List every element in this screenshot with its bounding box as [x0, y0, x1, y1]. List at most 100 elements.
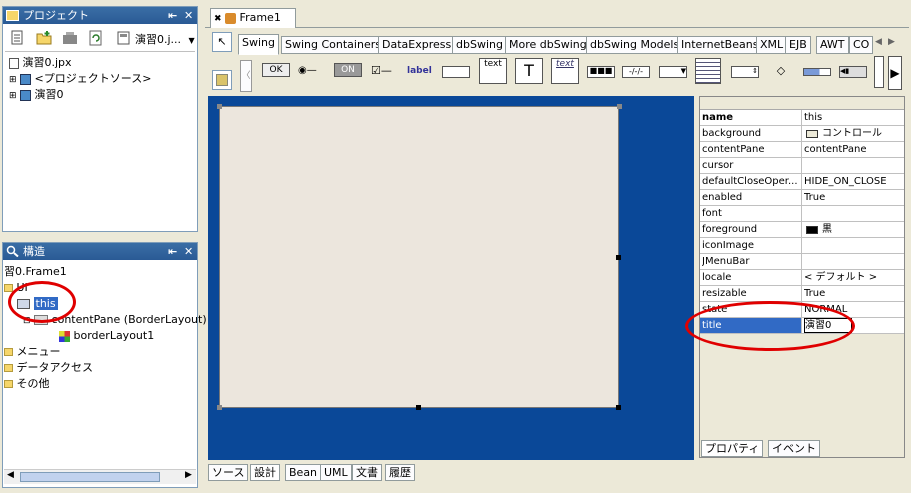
palette-tab[interactable]: Swing	[238, 34, 279, 55]
palette-button[interactable]: OK	[262, 63, 290, 77]
project-toolbar-divider	[5, 51, 195, 52]
property-row[interactable]: enabled True	[700, 190, 904, 206]
palette-editorpane[interactable]: text	[551, 58, 579, 84]
designed-frame[interactable]	[219, 106, 619, 408]
property-value[interactable]: 黒	[822, 222, 911, 237]
tab-events[interactable]: イベント	[768, 440, 820, 457]
tree-item-project-source[interactable]: ⊞ <プロジェクトソース>	[9, 71, 151, 87]
property-name: iconImage	[702, 240, 755, 251]
palette-tab[interactable]: More dbSwing	[505, 36, 591, 54]
scroll-left-icon[interactable]: ◀	[7, 470, 14, 480]
palette-tab-label: dbSwing	[456, 38, 503, 51]
property-value[interactable]: コントロール	[822, 126, 911, 141]
palette-password[interactable]: ■■■	[587, 66, 615, 78]
palette-slider[interactable]: ◇	[767, 64, 795, 78]
palette-textfield[interactable]	[442, 66, 470, 78]
editor-tab[interactable]: ✖ Frame1	[210, 8, 296, 28]
resize-handle[interactable]	[617, 104, 622, 109]
palette-progressbar[interactable]	[803, 68, 831, 76]
property-row[interactable]: defaultCloseOper... HIDE_ON_CLOSE	[700, 174, 904, 190]
editor-bottom-tab[interactable]: UML	[320, 464, 352, 481]
palette-checkbox[interactable]: ☑—	[371, 64, 392, 77]
property-value[interactable]: contentPane	[804, 142, 902, 157]
property-value[interactable]: this	[804, 110, 902, 125]
scroll-right-icon[interactable]: ▶	[185, 470, 192, 480]
property-value[interactable]: HIDE_ON_CLOSE	[804, 174, 902, 189]
editor-bottom-tab[interactable]: 設計	[250, 464, 280, 481]
property-row[interactable]: contentPane contentPane	[700, 142, 904, 158]
horizontal-scrollbar[interactable]: ◀ ▶	[4, 469, 196, 484]
tree-item-package[interactable]: ⊞ 演習0	[9, 87, 64, 103]
palette-spinner[interactable]: ⇕	[731, 66, 759, 78]
palette-list[interactable]	[695, 58, 721, 84]
property-row[interactable]: iconImage	[700, 238, 904, 254]
editor-bottom-tab[interactable]: 文書	[352, 464, 382, 481]
palette-tab[interactable]: dbSwing Models	[586, 36, 684, 54]
property-row[interactable]: foreground 黒	[700, 222, 904, 238]
scrollbar-thumb[interactable]	[20, 472, 160, 482]
expand-icon[interactable]: ⊞	[9, 91, 17, 101]
property-value[interactable]: < デフォルト >	[804, 270, 902, 285]
editor-bottom-tab[interactable]: ソース	[208, 464, 249, 481]
palette-tab[interactable]: AWT	[816, 36, 849, 54]
palette-formatted[interactable]: -/-/-	[622, 66, 650, 78]
palette-scroll-left[interactable]: 〈	[240, 60, 252, 92]
remove-icon[interactable]	[61, 29, 79, 47]
property-value[interactable]: True	[804, 190, 902, 205]
open-folder-icon[interactable]	[35, 29, 53, 47]
tree-item-other[interactable]: その他	[4, 376, 50, 392]
property-row[interactable]: name this	[700, 110, 904, 126]
tree-item-frame-class[interactable]: 習0.Frame1	[4, 264, 67, 280]
tree-item-jpx[interactable]: 演習0.jpx	[9, 55, 72, 71]
pin-icon[interactable]: ⇤	[168, 243, 177, 260]
editor-bottom-tab[interactable]: 履歴	[385, 464, 415, 481]
tree-item-menu[interactable]: メニュー	[4, 344, 61, 360]
palette-tab[interactable]: XML	[756, 36, 788, 54]
maximize-icon[interactable]: ✖	[214, 14, 222, 24]
palette-radio[interactable]: ◉—	[298, 65, 317, 76]
palette-label[interactable]: label	[407, 66, 432, 76]
palette-more[interactable]	[874, 56, 884, 88]
refresh-icon[interactable]	[87, 29, 105, 47]
tree-item-border-layout[interactable]: borderLayout1	[59, 328, 154, 344]
property-row[interactable]: JMenuBar	[700, 254, 904, 270]
tab-properties[interactable]: プロパティ	[701, 440, 764, 457]
palette-scroll-right[interactable]: ▶	[888, 56, 902, 90]
palette-tab[interactable]: EJB	[785, 36, 811, 54]
property-row[interactable]: resizable True	[700, 286, 904, 302]
resize-handle[interactable]	[616, 405, 621, 410]
property-row[interactable]: background コントロール	[700, 126, 904, 142]
palette-tab[interactable]: dbSwing	[452, 36, 507, 54]
palette-combobox[interactable]: ▼	[659, 66, 687, 78]
inspector-empty-area	[700, 334, 904, 442]
palette-tab[interactable]: InternetBeans	[677, 36, 763, 54]
editor-bottom-tab[interactable]: Bean	[285, 464, 322, 481]
project-selector[interactable]: 演習0.j... ▼	[135, 31, 195, 47]
property-row[interactable]: locale < デフォルト >	[700, 270, 904, 286]
palette-scrollbar[interactable]: ◀▮	[839, 66, 867, 78]
bean-icon	[216, 74, 228, 86]
close-icon[interactable]: ✕	[184, 243, 193, 260]
palette-textarea[interactable]: text	[479, 58, 507, 84]
close-icon[interactable]: ✕	[184, 7, 193, 24]
pin-icon[interactable]: ⇤	[168, 7, 177, 24]
property-value[interactable]: True	[804, 286, 902, 301]
palette-tab[interactable]: DataExpress	[378, 36, 456, 54]
tree-item-data-access[interactable]: データアクセス	[4, 360, 93, 376]
palette-tab[interactable]: Swing Containers	[281, 36, 385, 54]
palette-textpane[interactable]: T	[515, 58, 543, 84]
expand-icon[interactable]: ⊞	[9, 75, 17, 85]
tab-scroll-right-icon[interactable]: ▶	[888, 37, 895, 47]
resize-handle[interactable]	[416, 405, 421, 410]
selection-tool-button[interactable]: ↖	[212, 32, 232, 52]
property-row[interactable]: font	[700, 206, 904, 222]
resize-handle[interactable]	[616, 255, 621, 260]
property-row[interactable]: cursor	[700, 158, 904, 174]
palette-tab[interactable]: CO	[849, 36, 874, 54]
add-file-icon[interactable]	[9, 29, 27, 47]
resize-handle[interactable]	[217, 104, 222, 109]
palette-toggle[interactable]: ON	[334, 63, 362, 77]
resize-handle[interactable]	[217, 405, 222, 410]
bean-chooser-button[interactable]	[212, 70, 232, 90]
tab-scroll-left-icon[interactable]: ◀	[875, 37, 882, 47]
